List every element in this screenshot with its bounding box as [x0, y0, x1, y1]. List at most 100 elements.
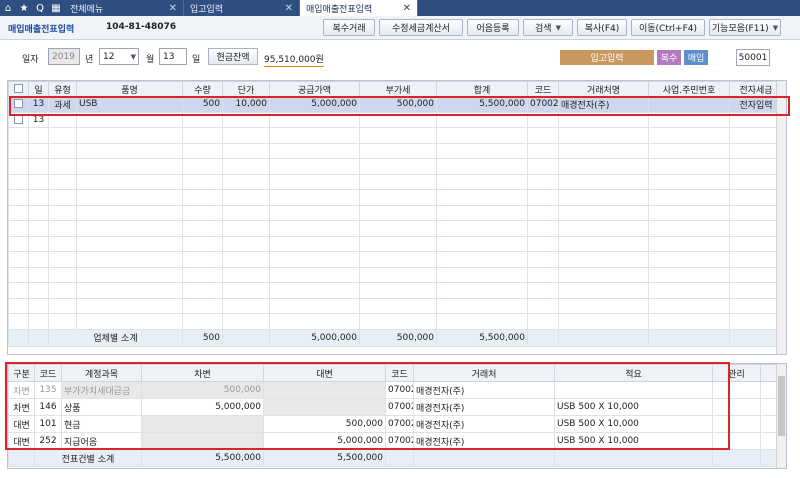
cell-code[interactable]: 135 — [34, 381, 62, 399]
tab-all-menu[interactable]: 전체메뉴 ✕ — [64, 0, 184, 16]
cell-item[interactable]: USB — [76, 96, 183, 113]
cell-partner[interactable]: 매경전자(주) — [413, 398, 555, 416]
cell[interactable] — [729, 111, 783, 128]
cell-partner-code[interactable]: 07002 — [385, 432, 414, 450]
cell[interactable] — [359, 111, 437, 128]
table-row[interactable]: 차변 146 상품 5,000,000 07002 매경전자(주) USB 50… — [8, 398, 779, 416]
empty-row[interactable] — [8, 142, 786, 159]
row-checkbox[interactable] — [8, 111, 29, 128]
cell-debit[interactable]: 5,000,000 — [141, 398, 264, 416]
cell[interactable] — [648, 111, 730, 128]
cell-partner[interactable]: 매경전자(주) — [413, 415, 555, 433]
day-field[interactable]: 13 — [159, 48, 187, 65]
cash-balance-button[interactable]: 현금잔액 — [208, 48, 258, 65]
column-header[interactable]: 거래처명 — [558, 81, 649, 97]
empty-row[interactable] — [8, 282, 786, 299]
column-header[interactable]: 차변 — [141, 364, 264, 382]
column-header[interactable]: 구분 — [8, 364, 35, 382]
column-header[interactable]: 품명 — [76, 81, 183, 97]
cell-etax[interactable]: 전자입력 — [729, 96, 783, 113]
row-checkbox[interactable] — [8, 96, 29, 113]
column-header[interactable]: 대변 — [263, 364, 386, 382]
multi-trade-button[interactable]: 복수거래 — [323, 19, 375, 36]
cell-memo[interactable]: USB 500 X 10,000 — [554, 398, 713, 416]
cell-debit[interactable] — [141, 432, 264, 450]
table-row[interactable]: 13 — [8, 111, 786, 128]
empty-row[interactable] — [8, 313, 786, 330]
cell-div[interactable]: 대변 — [8, 432, 35, 450]
cell-partner-code[interactable]: 07002 — [385, 398, 414, 416]
column-header[interactable]: 단가 — [222, 81, 270, 97]
column-header[interactable]: 코드 — [34, 364, 62, 382]
cell-total[interactable]: 5,500,000 — [436, 96, 528, 113]
empty-row[interactable] — [8, 127, 786, 144]
revised-tax-invoice-button[interactable]: 수정세금계산서 — [379, 19, 463, 36]
move-button[interactable]: 이동(Ctrl+F4) — [631, 19, 705, 36]
month-select[interactable]: 12 ▼ — [99, 48, 139, 65]
home-icon[interactable]: ⌂ — [0, 0, 16, 16]
column-header[interactable]: 유형 — [48, 81, 77, 97]
cell-code[interactable]: 07002 — [527, 96, 559, 113]
cell-partner[interactable]: 매경전자(주) — [558, 96, 649, 113]
cell-supply[interactable]: 5,000,000 — [269, 96, 360, 113]
empty-row[interactable] — [8, 297, 786, 314]
column-header[interactable]: 수량 — [182, 81, 223, 97]
column-header[interactable]: 부가세 — [359, 81, 437, 97]
copy-button[interactable]: 복사(F4) — [577, 19, 627, 36]
stock-entry-button[interactable]: 입고입력 — [560, 50, 654, 65]
cell-partner[interactable]: 매경전자(주) — [413, 432, 555, 450]
cell-debit[interactable]: 500,000 — [141, 381, 264, 399]
empty-row[interactable] — [8, 266, 786, 283]
tab-stock-entry[interactable]: 입고입력 ✕ — [184, 0, 300, 16]
empty-row[interactable] — [8, 173, 786, 190]
tab-purchase-sales-voucher[interactable]: 매입매출전표입력 ✕ — [300, 0, 418, 16]
empty-row[interactable] — [8, 235, 786, 252]
cell-partner-code[interactable]: 07002 — [385, 415, 414, 433]
column-header[interactable]: 코드 — [527, 81, 559, 97]
cell[interactable] — [527, 111, 559, 128]
cell-account[interactable]: 상품 — [61, 398, 142, 416]
cell-partner-code[interactable]: 07002 — [385, 381, 414, 399]
cell-memo[interactable] — [554, 381, 713, 399]
cell-code[interactable]: 146 — [34, 398, 62, 416]
table-row[interactable]: 차변 135 부가가치세대급금 500,000 07002 매경전자(주) — [8, 381, 779, 399]
close-icon[interactable]: ✕ — [163, 3, 177, 14]
cell-memo[interactable]: USB 500 X 10,000 — [554, 415, 713, 433]
cell-mgmt[interactable] — [712, 398, 761, 416]
calendar-icon[interactable]: ▦ — [48, 0, 64, 16]
table-row[interactable]: 대변 252 지급어음 5,000,000 07002 매경전자(주) USB … — [8, 432, 779, 450]
cell-credit[interactable]: 5,000,000 — [263, 432, 386, 450]
select-all-checkbox[interactable] — [8, 81, 29, 97]
empty-row[interactable] — [8, 220, 786, 237]
cell-div[interactable]: 대변 — [8, 415, 35, 433]
column-header[interactable]: 공급가액 — [269, 81, 360, 97]
cell-account[interactable]: 지급어음 — [61, 432, 142, 450]
cell[interactable] — [76, 111, 183, 128]
note-register-button[interactable]: 어음등록 — [467, 19, 519, 36]
function-menu-button[interactable]: 기능모음(F11) ▼ — [709, 19, 781, 36]
voucher-number-field[interactable]: 50001 — [736, 49, 770, 66]
cell[interactable] — [222, 111, 270, 128]
search-button[interactable]: 검색 ▼ — [523, 19, 573, 36]
cell-partner[interactable]: 매경전자(주) — [413, 381, 555, 399]
cell-vat[interactable]: 500,000 — [359, 96, 437, 113]
cell[interactable] — [48, 111, 77, 128]
cell-code[interactable]: 252 — [34, 432, 62, 450]
close-icon[interactable]: ✕ — [279, 3, 293, 14]
cell-memo[interactable]: USB 500 X 10,000 — [554, 432, 713, 450]
empty-row[interactable] — [8, 158, 786, 175]
cell-regno[interactable] — [648, 96, 730, 113]
column-header[interactable]: 적요 — [554, 364, 713, 382]
cell-debit[interactable] — [141, 415, 264, 433]
vertical-scrollbar[interactable] — [776, 364, 786, 468]
search-icon[interactable]: Q — [32, 0, 48, 16]
cell-day[interactable]: 13 — [28, 96, 49, 113]
cell-code[interactable]: 101 — [34, 415, 62, 433]
column-header[interactable]: 관리 — [712, 364, 761, 382]
empty-row[interactable] — [8, 251, 786, 268]
scrollbar-thumb[interactable] — [778, 376, 785, 436]
cell-credit[interactable] — [263, 381, 386, 399]
cell-qty[interactable]: 500 — [182, 96, 223, 113]
cell-account[interactable]: 부가가치세대급금 — [61, 381, 142, 399]
column-header[interactable]: 합계 — [436, 81, 528, 97]
